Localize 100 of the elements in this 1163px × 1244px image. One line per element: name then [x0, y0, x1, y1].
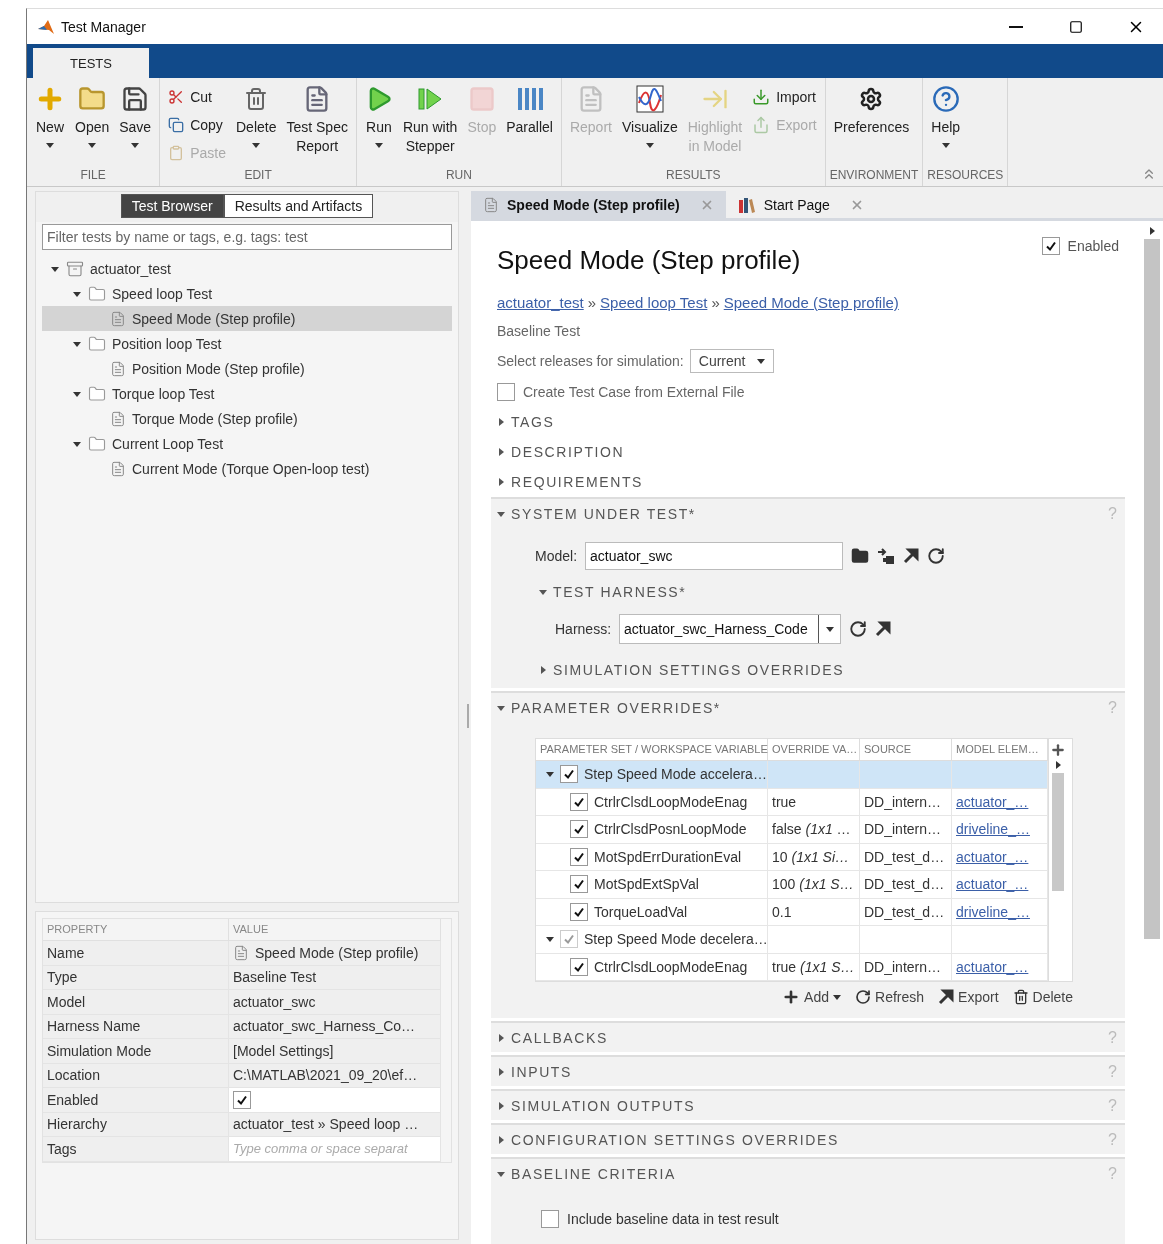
section-header[interactable]: BASELINE CRITERIA	[497, 1165, 676, 1182]
splitter-handle[interactable]	[467, 703, 469, 728]
refresh-icon[interactable]	[849, 620, 868, 638]
checkbox[interactable]	[570, 792, 588, 811]
checkbox[interactable]	[233, 1090, 251, 1109]
folder-icon[interactable]	[851, 547, 870, 565]
breadcrumb-link[interactable]: Speed loop Test	[600, 294, 708, 311]
section-header[interactable]: SIMULATION OUTPUTS	[497, 1097, 696, 1114]
tab[interactable]: Results and Artifacts	[223, 194, 374, 218]
checkbox[interactable]	[570, 847, 588, 866]
tree-item[interactable]: Position Mode (Step profile)	[42, 356, 452, 381]
arrow-icon[interactable]	[938, 989, 955, 1005]
document-tab[interactable]: Speed Mode (Step profile)	[471, 191, 726, 218]
releases-dropdown[interactable]: Current	[689, 349, 775, 373]
checkbox[interactable]	[570, 957, 588, 976]
tree-item[interactable]: Current Mode (Torque Open-loop test)	[42, 456, 452, 481]
column-header: PROPERTY	[43, 919, 229, 941]
document-icon	[110, 410, 126, 427]
breadcrumb-link[interactable]: actuator_test	[497, 294, 584, 311]
checkbox[interactable]	[1041, 237, 1060, 255]
tree-item[interactable]: Torque Mode (Step profile)	[42, 406, 452, 431]
tree-item[interactable]: Current Loop Test	[42, 431, 452, 456]
folder-icon	[78, 85, 107, 113]
add-column-icon[interactable]	[1049, 742, 1066, 758]
caret-icon	[825, 625, 834, 633]
toolbar-button[interactable]: Save	[115, 82, 156, 168]
model-element-link[interactable]: driveline_…	[956, 903, 1030, 920]
action-button[interactable]: Export	[938, 988, 999, 1006]
section-header[interactable]: PARAMETER OVERRIDES*	[497, 699, 721, 716]
stop-icon	[467, 85, 496, 113]
model-element-link[interactable]: driveline_…	[956, 821, 1030, 838]
table-cell: true	[768, 788, 860, 816]
model-element-link[interactable]: actuator_…	[956, 793, 1029, 810]
tree-item[interactable]: actuator_test	[42, 256, 452, 281]
toolbar-button[interactable]: Open	[71, 82, 114, 168]
refresh-icon[interactable]	[927, 547, 946, 565]
archive-icon	[66, 259, 84, 278]
action-button[interactable]: Add	[782, 988, 842, 1006]
section-header[interactable]: TAGS	[497, 414, 555, 430]
toolbar-button[interactable]: Test Spec Report	[282, 82, 352, 168]
scrollbar[interactable]	[1051, 773, 1064, 891]
tree-item[interactable]: Position loop Test	[42, 331, 452, 356]
toolbar-button[interactable]: New	[31, 82, 69, 168]
model-element-link[interactable]: actuator_…	[956, 958, 1029, 975]
document-tab[interactable]: Start Page	[725, 191, 876, 218]
filter-field[interactable]: Filter tests by name or tags, e.g. tags: test	[42, 224, 452, 250]
breadcrumb-link[interactable]: Speed Mode (Step profile)	[723, 294, 899, 311]
checkbox[interactable]	[560, 930, 578, 949]
section-header[interactable]: SIMULATION SETTINGS OVERRIDES	[539, 662, 845, 678]
books-icon	[737, 195, 756, 214]
action-button[interactable]: Delete	[1012, 988, 1073, 1006]
toolbar-button[interactable]: Visualize	[617, 82, 682, 168]
checkbox[interactable]	[570, 820, 588, 839]
caret-icon	[757, 357, 766, 365]
toolbar-button[interactable]: Import	[748, 84, 821, 110]
harness-dropdown[interactable]: actuator_swc_Harness_Code	[619, 614, 842, 644]
checkbox[interactable]	[570, 875, 588, 894]
download-icon	[752, 88, 771, 106]
action-button[interactable]: Refresh	[855, 988, 925, 1006]
toolbar-button[interactable]: Preferences	[829, 82, 914, 168]
checkbox[interactable]	[497, 383, 515, 401]
table-row[interactable]: Step Speed Mode decelera…	[536, 926, 768, 954]
model-element-link[interactable]: actuator_…	[956, 876, 1029, 893]
model-field[interactable]: actuator_swc	[585, 542, 844, 570]
ribbon-tab[interactable]: TESTS	[33, 48, 149, 78]
tags-field[interactable]: Type comma or space separat	[229, 1137, 441, 1162]
arrow-icon[interactable]	[903, 548, 920, 564]
toolbar-button[interactable]: Cut	[164, 84, 230, 110]
scrollbar[interactable]	[1144, 239, 1160, 939]
tree-item[interactable]: Torque loop Test	[42, 381, 452, 406]
checkmark-icon	[563, 768, 575, 781]
toolbar-button[interactable]: Run	[360, 82, 397, 168]
property-value-cell: actuator_swc_Harness_Co…	[229, 1014, 441, 1039]
section-header[interactable]: CALLBACKS	[497, 1029, 608, 1046]
toolbar-button[interactable]: Parallel	[502, 82, 557, 168]
field-label: Model:	[535, 548, 578, 564]
section-header[interactable]: INPUTS	[497, 1063, 572, 1080]
section-header[interactable]: DESCRIPTION	[497, 444, 625, 460]
checkbox[interactable]	[560, 765, 578, 784]
toolbar-button[interactable]: Run with Stepper	[398, 82, 462, 168]
scissors-icon	[168, 89, 185, 105]
section-header[interactable]: CONFIGURATION SETTINGS OVERRIDES	[497, 1131, 839, 1148]
toolbar-button[interactable]: Delete	[232, 82, 281, 168]
checkbox[interactable]	[570, 902, 588, 921]
section-header[interactable]: TEST HARNESS*	[539, 584, 687, 600]
toolbar-button[interactable]: Help	[927, 82, 965, 168]
section-header[interactable]: SYSTEM UNDER TEST*	[497, 505, 696, 522]
tree-item[interactable]: Speed loop Test	[42, 281, 452, 306]
checkbox[interactable]	[541, 1210, 559, 1228]
arrow-icon[interactable]	[875, 621, 892, 637]
table-cell: false (1x1 …	[768, 816, 860, 844]
property-name-cell: Type	[43, 965, 229, 990]
section-header[interactable]: REQUIREMENTS	[497, 474, 643, 490]
help-icon	[931, 85, 960, 113]
tab[interactable]: Test Browser	[120, 194, 224, 218]
toolbar-button[interactable]: Copy	[164, 112, 230, 138]
model-element-link[interactable]: actuator_…	[956, 848, 1029, 865]
table-row[interactable]: Step Speed Mode accelera…	[536, 761, 768, 789]
tree-item[interactable]: Speed Mode (Step profile)	[42, 306, 452, 331]
hierarchy-icon[interactable]	[877, 547, 896, 565]
